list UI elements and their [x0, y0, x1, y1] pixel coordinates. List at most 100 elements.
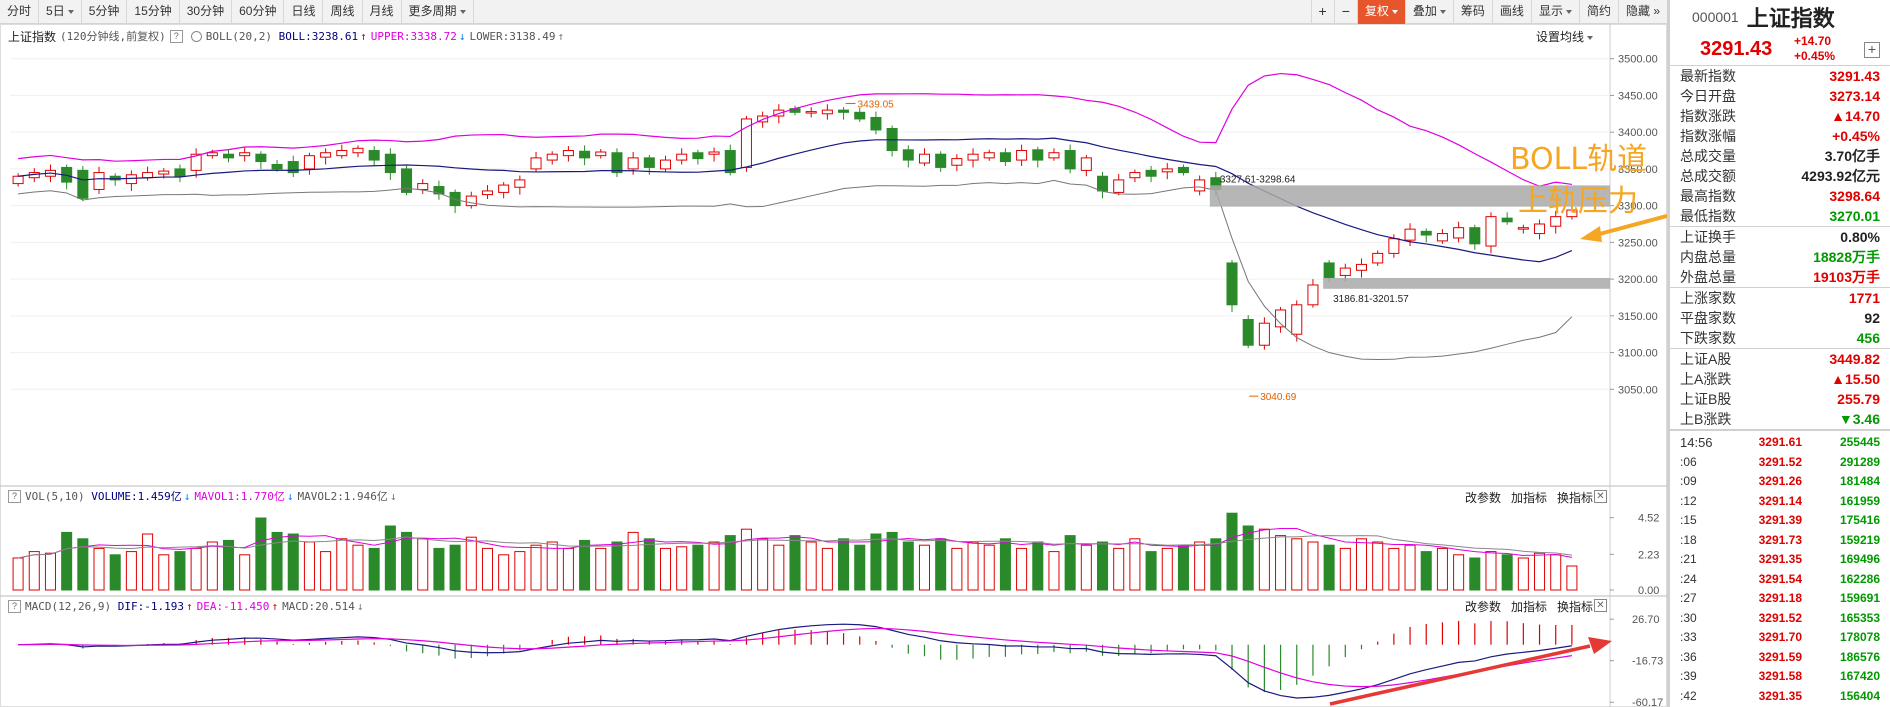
zoom-in-button[interactable]: +: [1310, 0, 1334, 24]
quote-row: 最高指数 3298.64: [1670, 186, 1890, 206]
tick-price: 3291.39: [1758, 513, 1802, 527]
high-price-label: 3439.05: [858, 99, 895, 110]
candle: [821, 109, 833, 115]
macd-close-icon[interactable]: ✕: [1594, 599, 1607, 612]
vol-close-icon[interactable]: ✕: [1594, 490, 1607, 503]
candle: [1194, 179, 1206, 192]
volume-bar: [546, 541, 558, 591]
tab-more-periods[interactable]: 更多周期: [402, 0, 474, 24]
candle: [1469, 227, 1481, 245]
volume-bar: [1453, 554, 1465, 591]
zoom-out-button[interactable]: −: [1333, 0, 1357, 24]
help-icon[interactable]: ?: [169, 29, 183, 43]
volume-bar: [1275, 535, 1287, 591]
quote-row-value: ▼3.46: [1838, 411, 1880, 427]
volume-bar: [401, 531, 413, 591]
tab-15min[interactable]: 15分钟: [127, 0, 180, 24]
hide-button[interactable]: 隐藏 »: [1617, 0, 1667, 24]
tick-time: :15: [1680, 513, 1697, 527]
tick-row: :24 3291.54 162286: [1670, 570, 1890, 590]
add-watchlist-icon[interactable]: +: [1864, 42, 1880, 58]
volume-bar: [1388, 547, 1400, 591]
help-icon[interactable]: ?: [8, 489, 21, 503]
macd-add-indicator-button[interactable]: 加指标: [1511, 598, 1547, 615]
quote-row-label: 上A涨跌: [1680, 371, 1732, 387]
candle: [12, 175, 24, 185]
quote-row-label: 上证A股: [1680, 351, 1732, 367]
annotation-upper-pressure: 上轨压力: [1518, 184, 1638, 219]
volume-bar: [935, 538, 947, 591]
volume-bar: [708, 541, 720, 591]
tick-time: :33: [1680, 630, 1697, 644]
candle: [1436, 233, 1448, 242]
quote-shares: 上证A股 3449.82 上A涨跌 ▲15.50 上证B股 255.79 上B涨跌 ▼3.46: [1670, 348, 1890, 429]
quote-row-label: 最低指数: [1680, 208, 1736, 224]
quote-row-value: ▲14.70: [1831, 108, 1880, 124]
candle: [1420, 230, 1432, 236]
vol-y-tick-label: 2.23: [1638, 549, 1659, 561]
volume-bar: [967, 541, 979, 591]
vol-switch-indicator-button[interactable]: 换指标: [1557, 489, 1593, 506]
volume-bar: [951, 547, 963, 591]
volume-bar: [12, 557, 24, 591]
macd-params-button[interactable]: 改参数: [1465, 598, 1501, 615]
up-arrow-icon: ↑: [557, 29, 565, 43]
down-arrow-icon: ↓: [458, 29, 466, 43]
candle: [1291, 304, 1303, 335]
tab-5min[interactable]: 5分钟: [82, 0, 128, 24]
display-button[interactable]: 显示: [1530, 0, 1579, 24]
volume-bar: [465, 536, 477, 591]
overlay-label: 叠加: [1412, 4, 1437, 18]
volume-bar: [1291, 538, 1303, 591]
candle: [271, 163, 283, 170]
vol-params-button[interactable]: 改参数: [1465, 489, 1501, 506]
hide-label: 隐藏: [1625, 4, 1650, 18]
volume-bar: [1485, 551, 1497, 591]
quote-row-value: 255.79: [1837, 391, 1880, 407]
help-icon[interactable]: ?: [8, 599, 21, 613]
quote-row-value: 3298.64: [1829, 188, 1880, 204]
tab-30min[interactable]: 30分钟: [180, 0, 233, 24]
candle: [1355, 263, 1368, 271]
lower-value: LOWER:3138.49: [469, 29, 556, 43]
price-change: +14.70 +0.45%: [1794, 34, 1835, 64]
candle: [77, 169, 89, 199]
simple-button[interactable]: 简约: [1578, 0, 1618, 24]
tab-timeshare[interactable]: 分时: [0, 0, 40, 24]
gear-icon[interactable]: [190, 30, 202, 42]
macd-annotation-arrowhead: [1588, 637, 1612, 654]
quote-row-value: 0.80%: [1840, 229, 1880, 245]
macd-switch-indicator-button[interactable]: 换指标: [1557, 598, 1593, 615]
mavol1-value: MAVOL1:1.770亿: [194, 490, 285, 503]
ma-settings-dropdown[interactable]: 设置均线: [1536, 28, 1593, 45]
overlay-button[interactable]: 叠加: [1404, 0, 1453, 24]
chart-area[interactable]: 3500.00 3450.00 3400.00 3350.00 3300.00 3250.…: [0, 24, 1667, 707]
stock-code: 000001: [1692, 9, 1739, 25]
tab-weekly[interactable]: 周线: [323, 0, 363, 24]
volume-bar: [1097, 541, 1109, 591]
candle: [1339, 267, 1351, 276]
quote-row-value: 3273.14: [1829, 88, 1880, 104]
tick-time: 14:56: [1680, 435, 1713, 450]
tab-60min[interactable]: 60分钟: [232, 0, 285, 24]
volume-bar: [417, 538, 429, 591]
draw-line-button[interactable]: 画线: [1491, 0, 1531, 24]
price-block: 3291.43 +14.70 +0.45% +: [1670, 34, 1890, 66]
tab-daily[interactable]: 日线: [284, 0, 324, 24]
quote-row: 上B涨跌 ▼3.46: [1670, 409, 1890, 429]
candle: [206, 152, 218, 157]
candle: [125, 174, 137, 185]
chevron-down-icon: [67, 9, 74, 14]
adjust-button[interactable]: 复权: [1356, 0, 1405, 24]
period-tabs: 分时 5日 5分钟 15分钟 30分钟 60分钟 日线 周线 月线 更多周期: [0, 0, 474, 24]
tick-price: 3291.18: [1758, 591, 1802, 605]
quote-row: 平盘家数 92: [1670, 308, 1890, 328]
tab-monthly[interactable]: 月线: [363, 0, 402, 24]
chips-button[interactable]: 筹码: [1452, 0, 1492, 24]
vol-add-indicator-button[interactable]: 加指标: [1511, 489, 1547, 506]
stock-chart-app: { "toolbar": { "periods": ["分时", "5日", "…: [0, 0, 1890, 707]
tab-5day[interactable]: 5日: [39, 0, 82, 24]
candle: [1372, 252, 1384, 264]
tick-time: :09: [1680, 474, 1697, 488]
boll-label: BOLL(20,2): [205, 29, 272, 43]
